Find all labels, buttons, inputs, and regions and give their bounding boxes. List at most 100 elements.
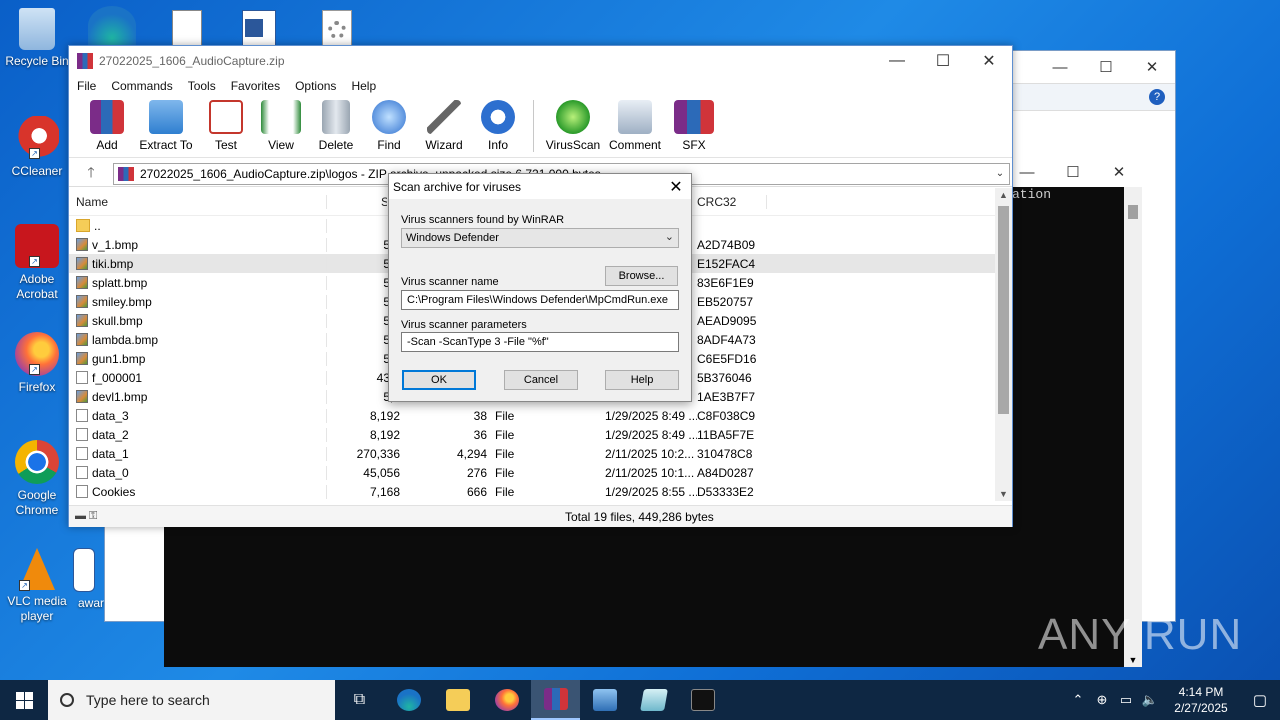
- cancel-button[interactable]: Cancel: [504, 370, 578, 390]
- extract-to-button[interactable]: Extract To: [131, 96, 201, 152]
- scroll-down-arrow-icon[interactable]: ▼: [995, 489, 1012, 499]
- desktop-icon-ccleaner[interactable]: ↗ CCleaner: [0, 116, 74, 179]
- bitmap-file-icon: [76, 313, 88, 327]
- menu-tools[interactable]: Tools: [188, 79, 216, 93]
- file-crc32: C6E5FD16: [697, 351, 757, 366]
- minimize-icon[interactable]: —: [874, 46, 920, 76]
- taskbar-image-viewer[interactable]: [580, 680, 629, 720]
- close-icon[interactable]: ✕: [1129, 58, 1175, 76]
- image-file-desktop-icon[interactable]: [172, 10, 202, 46]
- word-file-desktop-icon[interactable]: [242, 10, 276, 46]
- taskbar-search-box[interactable]: Type here to search: [48, 680, 335, 720]
- scanner-name-field[interactable]: C:\Program Files\Windows Defender\MpCmdR…: [401, 290, 679, 310]
- file-row[interactable]: data_3 8,192 38 File 1/29/2025 8:49 ... C8F03…: [69, 406, 995, 425]
- menu-commands[interactable]: Commands: [111, 79, 172, 93]
- desktop-icon-adobe-acrobat[interactable]: ↗ Adobe Acrobat: [0, 224, 74, 302]
- background-window-titlebar: — ☐ ✕: [1005, 51, 1175, 83]
- start-button[interactable]: [0, 680, 48, 720]
- file-crc32: A84D0287: [697, 465, 754, 480]
- edge-desktop-icon[interactable]: [88, 6, 136, 46]
- adobe-acrobat-icon: ↗: [15, 224, 59, 268]
- winrar-icon: [77, 53, 93, 69]
- taskbar-notepad[interactable]: [629, 680, 678, 720]
- clock[interactable]: 4:14 PM 2/27/2025: [1162, 684, 1240, 716]
- file-icon: [76, 465, 88, 479]
- menu-help[interactable]: Help: [351, 79, 376, 93]
- notification-icon[interactable]: ▢: [1240, 691, 1280, 709]
- close-icon[interactable]: ✕: [661, 177, 691, 197]
- desktop-icon-word-doc[interactable]: awar: [64, 548, 104, 611]
- file-name-text: f_000001: [92, 370, 143, 385]
- taskbar-firefox[interactable]: [482, 680, 531, 720]
- menu-favorites[interactable]: Favorites: [231, 79, 280, 93]
- delete-label: Delete: [318, 138, 354, 152]
- menu-file[interactable]: File: [77, 79, 96, 93]
- add-button[interactable]: Add: [83, 96, 131, 152]
- wizard-button[interactable]: Wizard: [417, 96, 471, 152]
- taskbar-edge[interactable]: [384, 680, 433, 720]
- firefox-icon: [494, 689, 519, 711]
- chevron-up-icon[interactable]: ⌃: [1066, 692, 1090, 708]
- scroll-up-arrow-icon[interactable]: ▲: [995, 190, 1012, 200]
- column-header-crc32[interactable]: CRC32: [697, 194, 767, 209]
- desktop-icon-vlc[interactable]: ↗ VLC media player: [0, 548, 74, 624]
- file-row[interactable]: data_1 270,336 4,294 File 2/11/2025 10:2... 3…: [69, 444, 995, 463]
- system-tray: ⌃ ⊕ ▭ 🔈 4:14 PM 2/27/2025 ▢: [1066, 680, 1280, 720]
- column-header-name[interactable]: Name: [69, 194, 327, 209]
- desktop-icon-recycle-bin[interactable]: Recycle Bin: [0, 8, 74, 69]
- taskbar-file-explorer[interactable]: [433, 680, 482, 720]
- close-icon[interactable]: ✕: [966, 46, 1012, 76]
- virusscan-button[interactable]: VirusScan: [542, 96, 604, 152]
- word-icon: [245, 19, 263, 37]
- ok-button[interactable]: OK: [402, 370, 476, 390]
- file-row[interactable]: data_2 8,192 36 File 1/29/2025 8:49 ... 11BA5…: [69, 425, 995, 444]
- desktop-icon-firefox[interactable]: ↗ Firefox: [0, 332, 74, 395]
- file-row[interactable]: data_0 45,056 276 File 2/11/2025 10:1... A84D…: [69, 463, 995, 482]
- column-header-size[interactable]: S: [327, 195, 387, 209]
- scroll-thumb[interactable]: [998, 206, 1009, 414]
- menu-options[interactable]: Options: [295, 79, 336, 93]
- maximize-icon[interactable]: ☐: [920, 46, 966, 76]
- file-name: gun1.bmp: [69, 351, 327, 366]
- settings-file-desktop-icon[interactable]: [322, 10, 352, 46]
- file-packed: 38: [473, 408, 487, 423]
- file-row[interactable]: Cookies 7,168 666 File 1/29/2025 8:55 ... D53…: [69, 482, 995, 501]
- scanner-select[interactable]: Windows Defender ⌄: [401, 228, 679, 248]
- maximize-icon[interactable]: ☐: [1083, 58, 1129, 76]
- trash-icon: [322, 100, 350, 134]
- network-icon[interactable]: ▭: [1114, 692, 1138, 708]
- taskbar-winrar[interactable]: [531, 680, 580, 720]
- file-icon: [76, 408, 88, 422]
- help-button[interactable]: Help: [605, 370, 679, 390]
- test-button[interactable]: Test: [201, 96, 251, 152]
- comment-button[interactable]: Comment: [604, 96, 666, 152]
- volume-icon[interactable]: 🔈: [1138, 692, 1162, 708]
- maximize-icon[interactable]: ☐: [1050, 163, 1096, 181]
- terminal-scrollbar[interactable]: ▼: [1124, 187, 1142, 667]
- chevron-down-icon[interactable]: ⌄: [991, 168, 1009, 179]
- up-arrow-icon[interactable]: 🡑: [69, 162, 113, 186]
- minimize-icon[interactable]: —: [1037, 59, 1083, 76]
- winrar-icon: [543, 688, 568, 710]
- delete-button[interactable]: Delete: [311, 96, 361, 152]
- scan-viruses-dialog[interactable]: Scan archive for viruses ✕ Virus scanner…: [388, 173, 692, 402]
- taskbar-terminal[interactable]: [678, 680, 727, 720]
- drive-key-icon[interactable]: ▬ ⚿: [69, 510, 129, 523]
- clock-date: 2/27/2025: [1174, 701, 1228, 715]
- info-button[interactable]: Info: [471, 96, 525, 152]
- desktop-icon-google-chrome[interactable]: Google Chrome: [0, 440, 74, 518]
- task-view-button[interactable]: ⧉: [335, 680, 384, 720]
- close-icon[interactable]: ✕: [1096, 163, 1142, 181]
- browse-button[interactable]: Browse...: [605, 266, 678, 286]
- terminal-scroll-thumb[interactable]: [1128, 205, 1138, 219]
- file-icon: [76, 484, 88, 498]
- desktop-icon-label: Recycle Bin: [5, 54, 69, 68]
- recycle-bin-icon: [19, 8, 55, 50]
- find-button[interactable]: Find: [361, 96, 417, 152]
- help-icon[interactable]: ?: [1149, 89, 1165, 105]
- view-button[interactable]: View: [251, 96, 311, 152]
- file-list-scrollbar[interactable]: ▲ ▼: [995, 188, 1012, 501]
- sfx-button[interactable]: SFX: [666, 96, 722, 152]
- usb-device-icon[interactable]: ⊕: [1090, 692, 1114, 708]
- scanner-params-field[interactable]: -Scan -ScanType 3 -File "%f": [401, 332, 679, 352]
